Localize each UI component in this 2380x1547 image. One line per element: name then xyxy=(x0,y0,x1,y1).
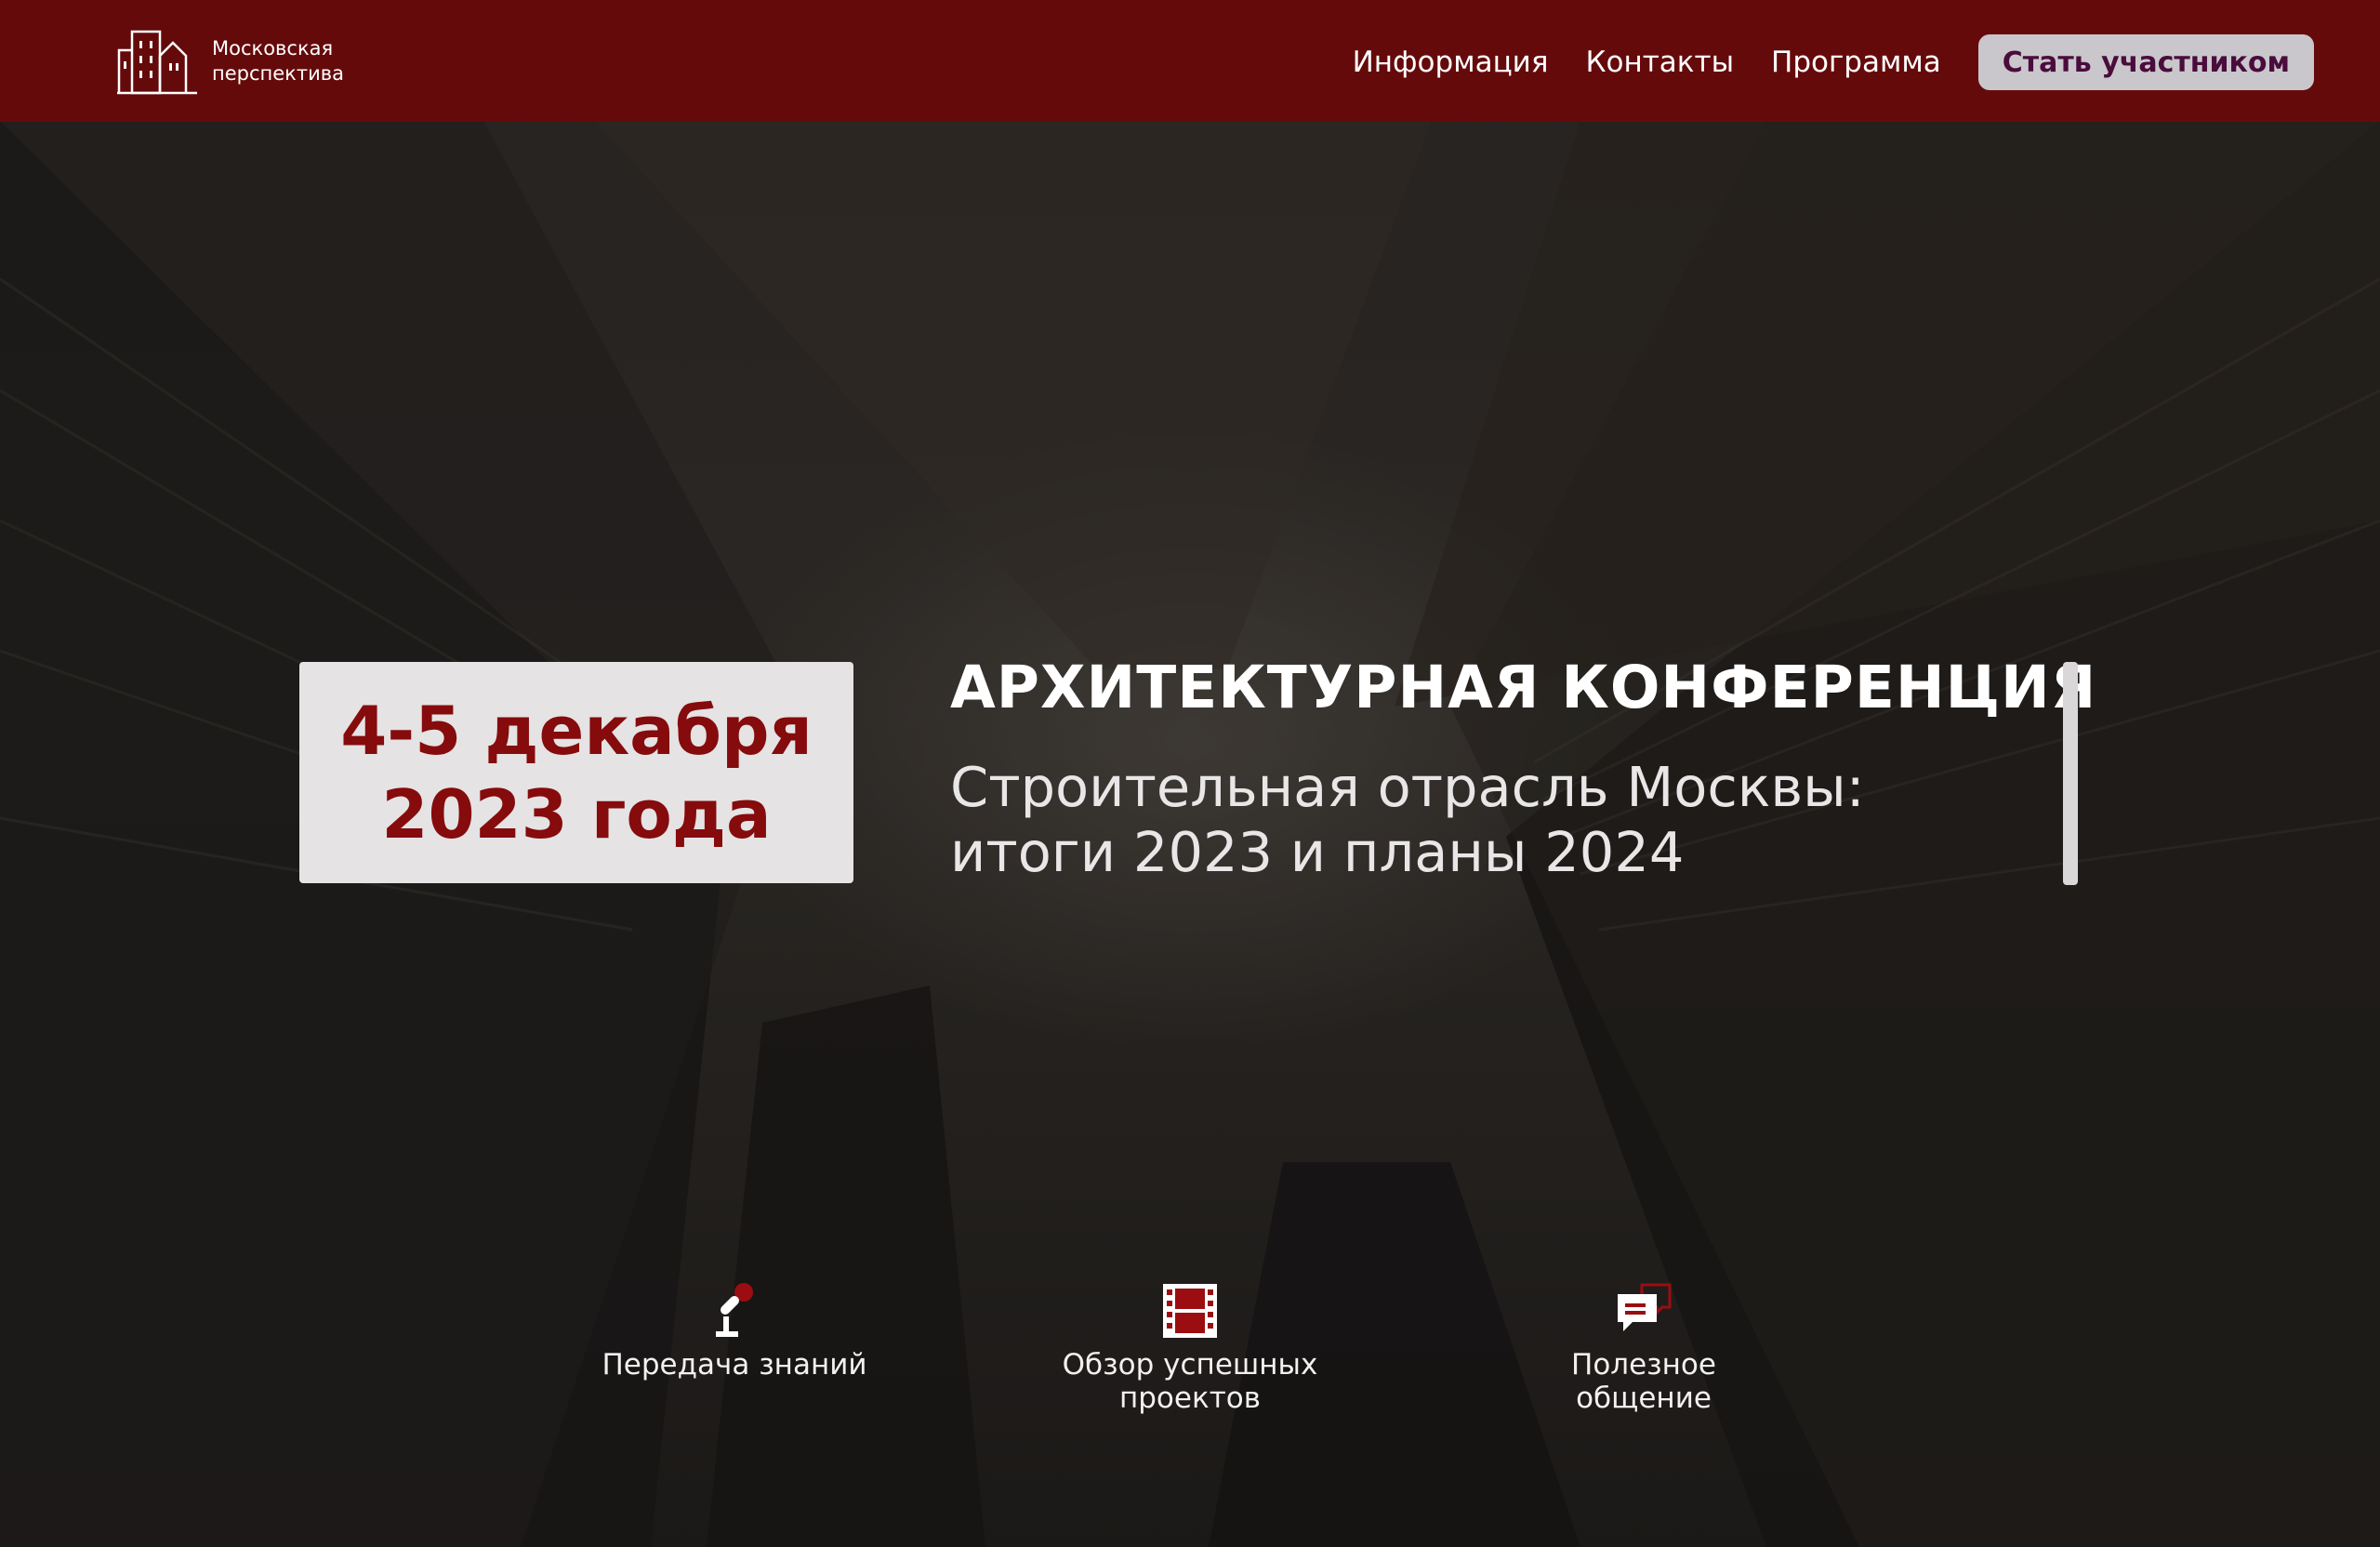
feature-knowledge-transfer: Передача знаний xyxy=(595,1281,874,1382)
conference-subtitle: Строительная отрасль Москвы: итоги 2023 … xyxy=(950,755,1865,885)
buildings-logo-icon xyxy=(117,30,197,95)
main-nav: Информация Контакты Программа Стать учас… xyxy=(1353,33,2314,91)
logo[interactable]: Московская перспектива xyxy=(117,26,344,97)
become-participant-button[interactable]: Стать участником xyxy=(1977,34,2314,90)
decorative-vertical-bar xyxy=(2063,662,2078,885)
landing-page: Московская перспектива Информация Контак… xyxy=(0,0,2380,1547)
feature-label: Обзор успешных xyxy=(1062,1348,1318,1382)
logo-text: Московская перспектива xyxy=(212,36,344,86)
conference-title: АРХИТЕКТУРНАЯ КОНФЕРЕНЦИЯ xyxy=(950,654,2097,721)
event-date-line-2: 2023 года xyxy=(381,775,772,853)
logo-line-2: перспектива xyxy=(212,62,344,85)
feature-successful-projects: Обзор успешных проектов xyxy=(1051,1281,1329,1415)
chat-icon xyxy=(1618,1283,1672,1331)
nav-link-contacts[interactable]: Контакты xyxy=(1585,33,1734,91)
event-date-line-1: 4-5 декабря xyxy=(340,692,813,770)
feature-label-line-2: проектов xyxy=(1118,1382,1261,1415)
feature-networking: Полезное общение xyxy=(1504,1281,1783,1415)
conference-subtitle-line-1: Строительная отрасль Москвы: xyxy=(950,755,1865,819)
film-icon xyxy=(1163,1284,1217,1338)
feature-label: Полезное xyxy=(1571,1348,1716,1382)
event-date-box: 4-5 декабря 2023 года xyxy=(299,662,853,883)
logo-line-1: Московская xyxy=(212,37,334,60)
site-header: Московская перспектива Информация Контак… xyxy=(0,0,2380,122)
nav-link-program[interactable]: Программа xyxy=(1771,33,1941,91)
feature-label: Передача знаний xyxy=(602,1348,867,1382)
conference-subtitle-line-2: итоги 2023 и планы 2024 xyxy=(950,820,1685,884)
microphone-icon xyxy=(716,1283,753,1337)
nav-link-info[interactable]: Информация xyxy=(1353,33,1549,91)
feature-label-line-2: общение xyxy=(1576,1382,1712,1415)
